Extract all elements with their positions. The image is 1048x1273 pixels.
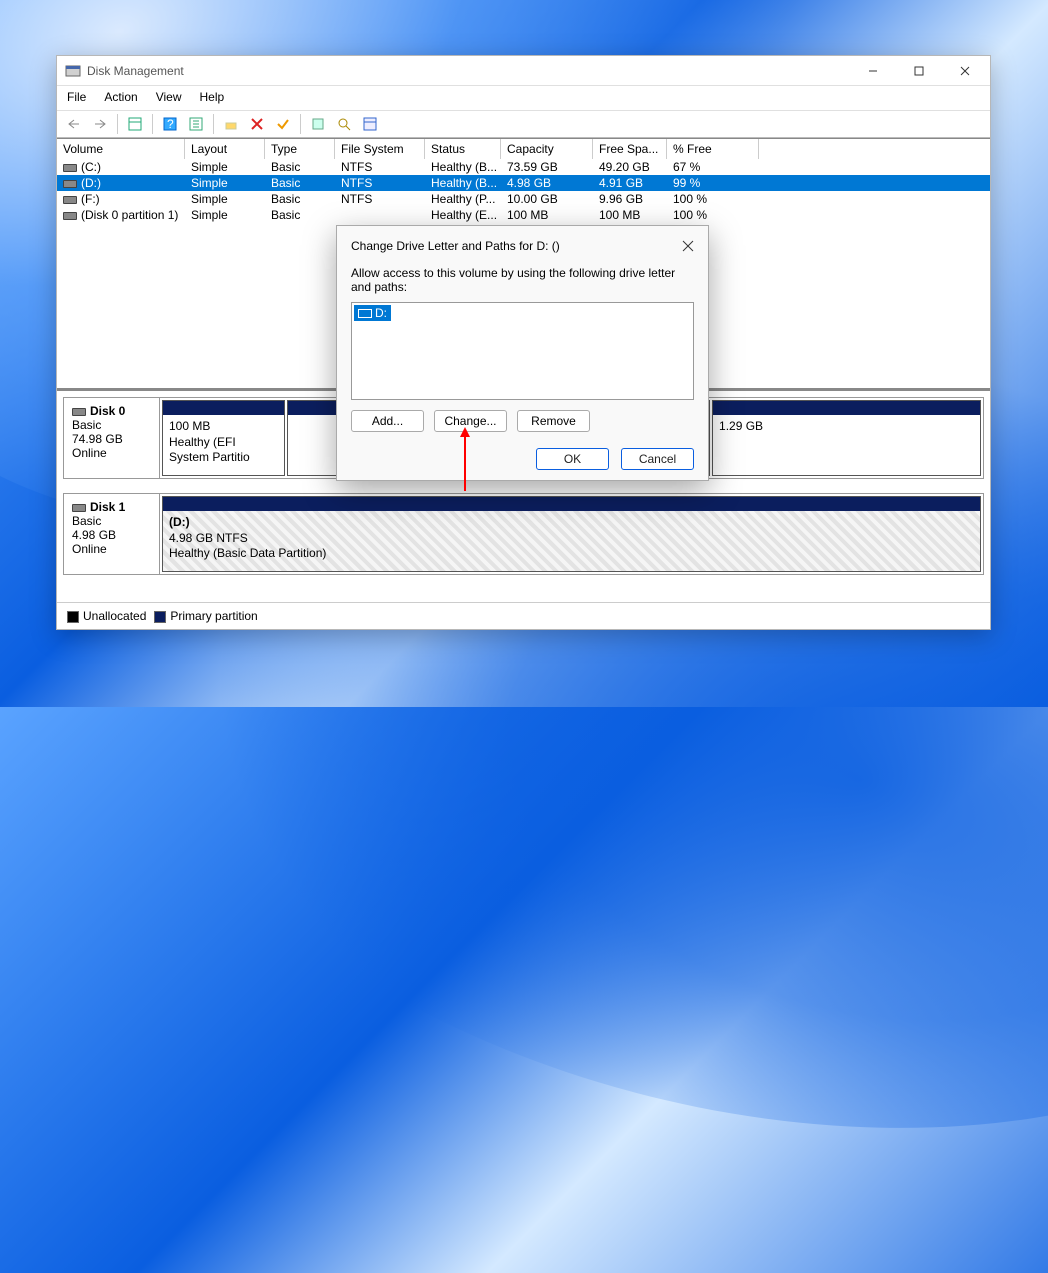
col-free-space[interactable]: Free Spa... [593, 139, 667, 159]
change-drive-letter-dialog: Change Drive Letter and Paths for D: () … [336, 225, 709, 481]
ok-button[interactable]: OK [536, 448, 609, 470]
volume-row[interactable]: (C:)SimpleBasicNTFSHealthy (B...73.59 GB… [57, 159, 990, 175]
cancel-button[interactable]: Cancel [621, 448, 694, 470]
menu-file[interactable]: File [67, 90, 86, 104]
window-title: Disk Management [87, 64, 850, 78]
partition[interactable]: 100 MBHealthy (EFI System Partitio [162, 400, 285, 476]
titlebar: Disk Management [57, 56, 990, 86]
view-icon[interactable] [124, 113, 146, 135]
col-volume[interactable]: Volume [57, 139, 185, 159]
maximize-button[interactable] [896, 57, 942, 85]
menu-help[interactable]: Help [200, 90, 225, 104]
back-icon[interactable] [63, 113, 85, 135]
action1-icon[interactable] [307, 113, 329, 135]
svg-text:?: ? [167, 117, 174, 131]
action2-icon[interactable] [359, 113, 381, 135]
menu-action[interactable]: Action [104, 90, 137, 104]
volume-row[interactable]: (D:)SimpleBasicNTFSHealthy (B...4.98 GB4… [57, 175, 990, 191]
col-percent-free[interactable]: % Free [667, 139, 759, 159]
legend-unallocated: Unallocated [83, 609, 146, 623]
drive-icon [358, 309, 372, 318]
minimize-button[interactable] [850, 57, 896, 85]
wizard-icon[interactable] [220, 113, 242, 135]
remove-button[interactable]: Remove [517, 410, 590, 432]
partition[interactable]: (D:)4.98 GB NTFSHealthy (Basic Data Part… [162, 496, 981, 572]
delete-icon[interactable] [246, 113, 268, 135]
volume-list-header: Volume Layout Type File System Status Ca… [57, 138, 990, 159]
legend-primary: Primary partition [170, 609, 257, 623]
close-button[interactable] [942, 57, 988, 85]
volume-row[interactable]: (Disk 0 partition 1)SimpleBasicHealthy (… [57, 207, 990, 223]
drive-paths-listbox[interactable]: D: [351, 302, 694, 400]
dialog-message: Allow access to this volume by using the… [337, 262, 708, 300]
help-icon[interactable]: ? [159, 113, 181, 135]
refresh-icon[interactable] [185, 113, 207, 135]
partition[interactable]: 1.29 GB [712, 400, 981, 476]
menu-view[interactable]: View [156, 90, 182, 104]
col-status[interactable]: Status [425, 139, 501, 159]
forward-icon[interactable] [89, 113, 111, 135]
check-icon[interactable] [272, 113, 294, 135]
col-file-system[interactable]: File System [335, 139, 425, 159]
search-icon[interactable] [333, 113, 355, 135]
app-icon [65, 63, 81, 79]
col-layout[interactable]: Layout [185, 139, 265, 159]
legend: Unallocated Primary partition [57, 602, 990, 629]
unallocated-swatch [67, 611, 79, 623]
col-type[interactable]: Type [265, 139, 335, 159]
dialog-title: Change Drive Letter and Paths for D: () [351, 239, 676, 253]
dialog-close-button[interactable] [676, 234, 700, 258]
col-capacity[interactable]: Capacity [501, 139, 593, 159]
drive-path-item[interactable]: D: [354, 305, 391, 321]
volume-row[interactable]: (F:)SimpleBasicNTFSHealthy (P...10.00 GB… [57, 191, 990, 207]
toolbar: ? [57, 110, 990, 138]
change-button[interactable]: Change... [434, 410, 507, 432]
disk-row: Disk 1Basic4.98 GBOnline(D:)4.98 GB NTFS… [63, 493, 984, 575]
primary-swatch [154, 611, 166, 623]
add-button[interactable]: Add... [351, 410, 424, 432]
menubar: File Action View Help [57, 86, 990, 110]
